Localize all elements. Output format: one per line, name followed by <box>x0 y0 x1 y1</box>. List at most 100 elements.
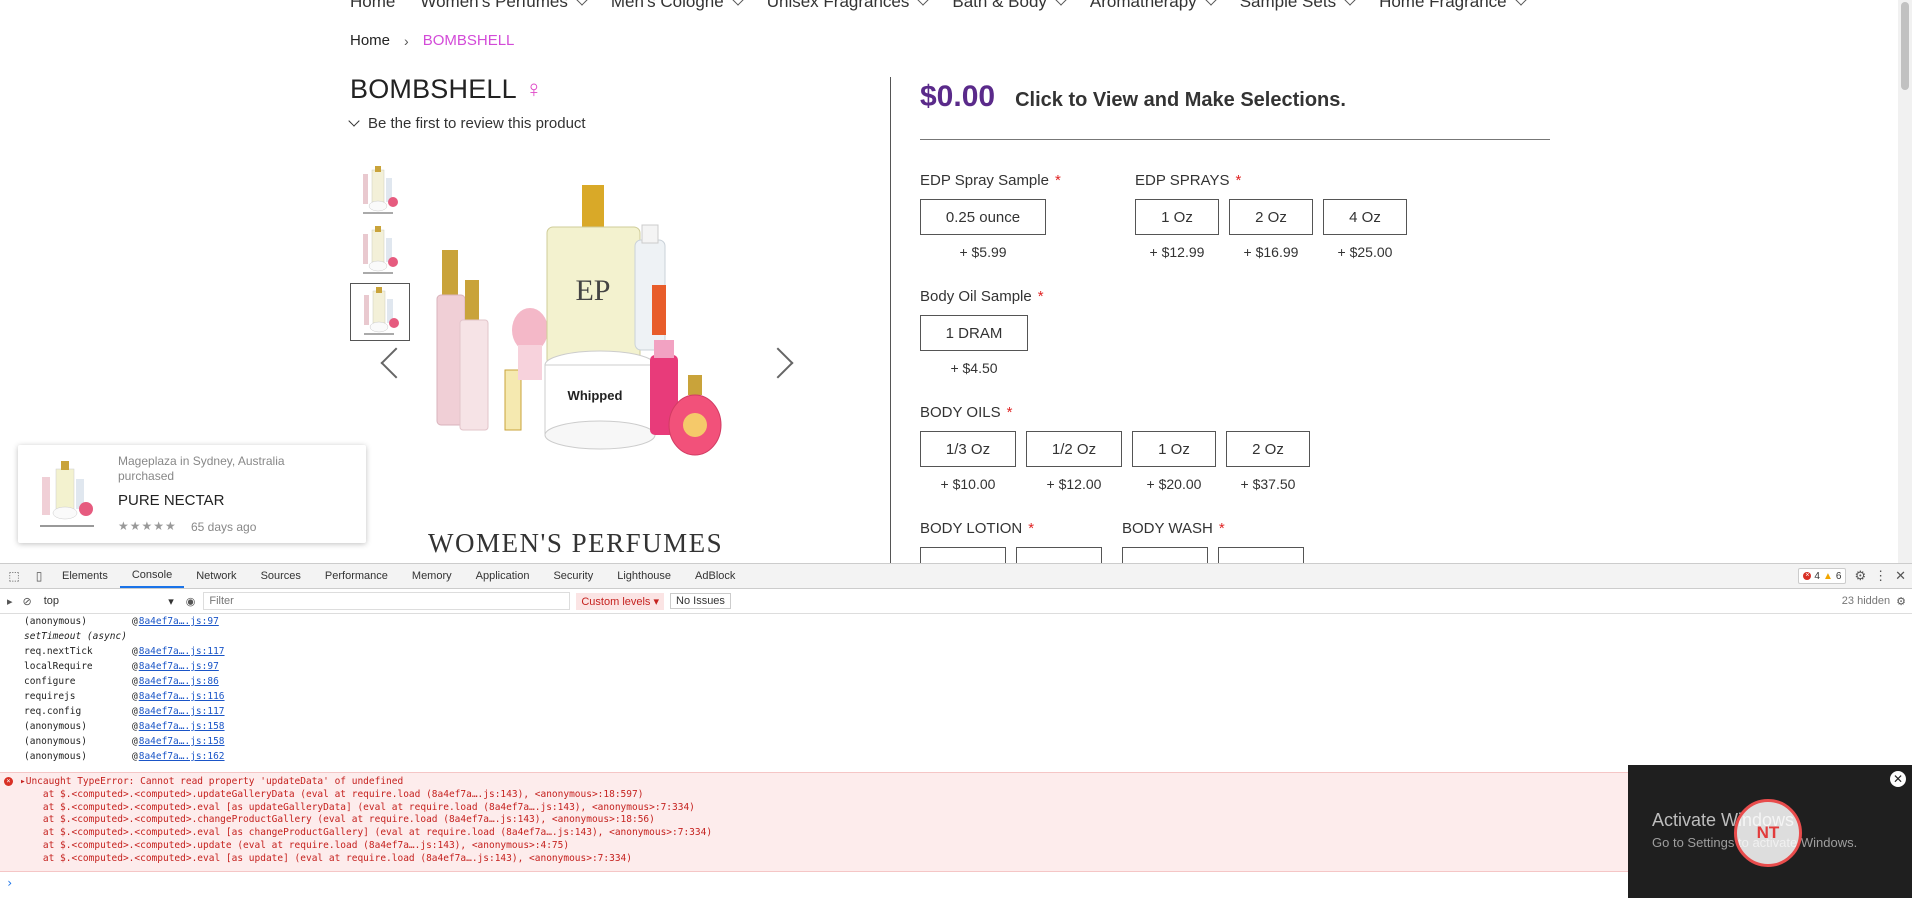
settings-gear-icon[interactable]: ⚙ <box>1854 568 1866 584</box>
option-choice[interactable]: 1 Oz + $20.00 <box>1132 431 1216 492</box>
gallery-thumbnail[interactable] <box>350 223 408 279</box>
stack-function: requirejs <box>24 691 76 702</box>
recent-purchase-popup[interactable]: Mageplaza in Sydney, Australia purchased… <box>18 445 366 543</box>
console-settings-gear-icon[interactable]: ⚙ <box>1896 595 1906 608</box>
review-link[interactable]: Be the first to review this product <box>348 115 586 132</box>
ep-logo-text: EP <box>575 274 610 307</box>
option-price: + $37.50 <box>1240 476 1296 492</box>
chevron-down-icon <box>348 115 360 127</box>
tab-lighthouse[interactable]: Lighthouse <box>605 564 683 588</box>
source-link[interactable]: 8a4ef7a….js:117 <box>139 646 225 657</box>
tab-performance[interactable]: Performance <box>313 564 400 588</box>
required-marker: * <box>1006 404 1013 421</box>
page-title: BOMBSHELL ♀ <box>350 74 543 105</box>
option-choice[interactable]: 1 DRAM + $4.50 <box>920 315 1028 376</box>
option-button[interactable]: 1 DRAM <box>920 315 1028 351</box>
option-button[interactable]: 1/3 Oz <box>920 431 1016 467</box>
tab-sources[interactable]: Sources <box>249 564 313 588</box>
page-scrollbar[interactable] <box>1898 0 1912 563</box>
issues-button[interactable]: No Issues <box>670 593 731 609</box>
nav-item-mens-cologne[interactable]: Men's Cologne <box>611 0 744 12</box>
source-link[interactable]: 8a4ef7a….js:158 <box>139 736 225 747</box>
devtools-panel: ⬚ ▯ Elements Console Network Sources Per… <box>0 563 1912 899</box>
close-icon[interactable]: ✕ <box>1890 771 1906 787</box>
breadcrumb: Home › BOMBSHELL <box>350 32 514 49</box>
option-group-edp-sprays: EDP SPRAYS * 1 Oz + $12.99 2 Oz + $16.99 4 … <box>1135 172 1407 260</box>
tab-security[interactable]: Security <box>541 564 605 588</box>
breadcrumb-home-link[interactable]: Home <box>350 32 390 49</box>
source-link[interactable]: 8a4ef7a….js:97 <box>139 616 219 627</box>
nav-item-womens-perfumes[interactable]: Women's Perfumes <box>420 0 588 12</box>
price-row: $0.00 Click to View and Make Selections. <box>920 80 1346 114</box>
option-button[interactable]: 4 Oz <box>1323 199 1407 235</box>
stack-frame: (anonymous) @8a4ef7a….js:97 <box>24 616 219 627</box>
nav-item-aromatherapy[interactable]: Aromatherapy <box>1090 0 1217 12</box>
option-button[interactable]: 1/2 Oz <box>1026 431 1122 467</box>
context-selector[interactable]: top ▾ <box>40 593 178 609</box>
tab-memory[interactable]: Memory <box>400 564 464 588</box>
chevron-down-icon <box>917 0 930 6</box>
option-button[interactable]: 2 Oz <box>1226 431 1310 467</box>
option-choice[interactable]: 2 Oz + $37.50 <box>1226 431 1310 492</box>
tab-network[interactable]: Network <box>184 564 248 588</box>
option-button[interactable]: 0.25 ounce <box>920 199 1046 235</box>
live-expression-eye-icon[interactable]: ◉ <box>186 595 196 608</box>
required-marker: * <box>1054 172 1061 189</box>
nav-item-home[interactable]: Home <box>350 0 395 12</box>
source-link[interactable]: 8a4ef7a….js:158 <box>139 721 225 732</box>
option-choice[interactable]: 1/3 Oz + $10.00 <box>920 431 1016 492</box>
source-link[interactable]: 8a4ef7a….js:162 <box>139 751 225 762</box>
inspect-element-icon[interactable]: ⬚ <box>7 569 21 583</box>
option-choice[interactable]: 2 Oz + $16.99 <box>1229 199 1313 260</box>
chevron-down-icon <box>576 0 588 6</box>
tab-elements[interactable]: Elements <box>50 564 120 588</box>
error-header[interactable]: ▸Uncaught TypeError: Cannot read propert… <box>20 776 712 789</box>
option-button[interactable]: 1 Oz <box>1132 431 1216 467</box>
scrollbar-thumb[interactable] <box>1901 2 1909 90</box>
option-choice[interactable]: 0.25 ounce + $5.99 <box>920 199 1046 260</box>
option-button[interactable] <box>920 547 1006 563</box>
console-prompt[interactable]: › <box>6 876 13 890</box>
nav-item-home-fragrance[interactable]: Home Fragrance <box>1379 0 1527 12</box>
error-stack-line: at $.<computed>.<computed>.changeProduct… <box>20 814 655 826</box>
tab-application[interactable]: Application <box>464 564 542 588</box>
tab-console[interactable]: Console <box>119 564 185 588</box>
nav-label: Sample Sets <box>1239 0 1337 11</box>
log-levels-dropdown[interactable]: Custom levels ▾ <box>576 592 665 610</box>
option-button[interactable]: 2 Oz <box>1229 199 1313 235</box>
option-choice[interactable]: 4 Oz + $25.00 <box>1323 199 1407 260</box>
tab-adblock[interactable]: AdBlock <box>683 564 747 588</box>
option-choice[interactable]: 1/2 Oz + $12.00 <box>1026 431 1122 492</box>
console-filter-input[interactable]: Filter <box>203 592 571 610</box>
nav-item-sample-sets[interactable]: Sample Sets <box>1239 0 1356 12</box>
sidebar-toggle-icon[interactable]: ▸ <box>7 595 13 608</box>
required-marker: * <box>1028 520 1035 537</box>
source-link[interactable]: 8a4ef7a….js:116 <box>139 691 225 702</box>
brand-caption: WOMEN'S PERFUMES <box>428 528 724 558</box>
source-link[interactable]: 8a4ef7a….js:86 <box>139 676 219 687</box>
option-button[interactable] <box>1218 547 1304 563</box>
gallery-thumbnail[interactable] <box>350 163 408 219</box>
option-button[interactable]: 1 Oz <box>1135 199 1219 235</box>
more-options-icon[interactable]: ⋮ <box>1874 568 1887 584</box>
product-main-image[interactable]: EP Whipped <box>420 185 770 515</box>
option-button[interactable] <box>1016 547 1102 563</box>
option-button[interactable] <box>1122 547 1208 563</box>
issue-counter[interactable]: × 4 ▲ 6 <box>1798 568 1847 584</box>
stack-function: (anonymous) <box>24 736 87 747</box>
clear-console-icon[interactable]: ⊘ <box>23 595 32 608</box>
source-link[interactable]: 8a4ef7a….js:117 <box>139 706 225 717</box>
option-choice[interactable]: 1 Oz + $12.99 <box>1135 199 1219 260</box>
source-link[interactable]: 8a4ef7a….js:97 <box>139 661 219 672</box>
option-price: + $12.99 <box>1149 244 1205 260</box>
device-toolbar-icon[interactable]: ▯ <box>32 569 46 583</box>
stack-function: (anonymous) <box>24 616 87 627</box>
nav-item-unisex-fragrances[interactable]: Unisex Fragrances <box>767 0 930 12</box>
stack-function: (anonymous) <box>24 721 87 732</box>
nt-logo-icon[interactable]: NT <box>1734 799 1802 867</box>
gallery-thumbnail-active[interactable] <box>350 283 410 341</box>
close-devtools-icon[interactable]: ✕ <box>1895 568 1906 584</box>
nav-item-bath-body[interactable]: Bath & Body <box>952 0 1067 12</box>
console-error-message[interactable]: × ▸Uncaught TypeError: Cannot read prope… <box>0 772 1912 872</box>
gallery-prev-arrow-icon[interactable] <box>380 347 412 379</box>
